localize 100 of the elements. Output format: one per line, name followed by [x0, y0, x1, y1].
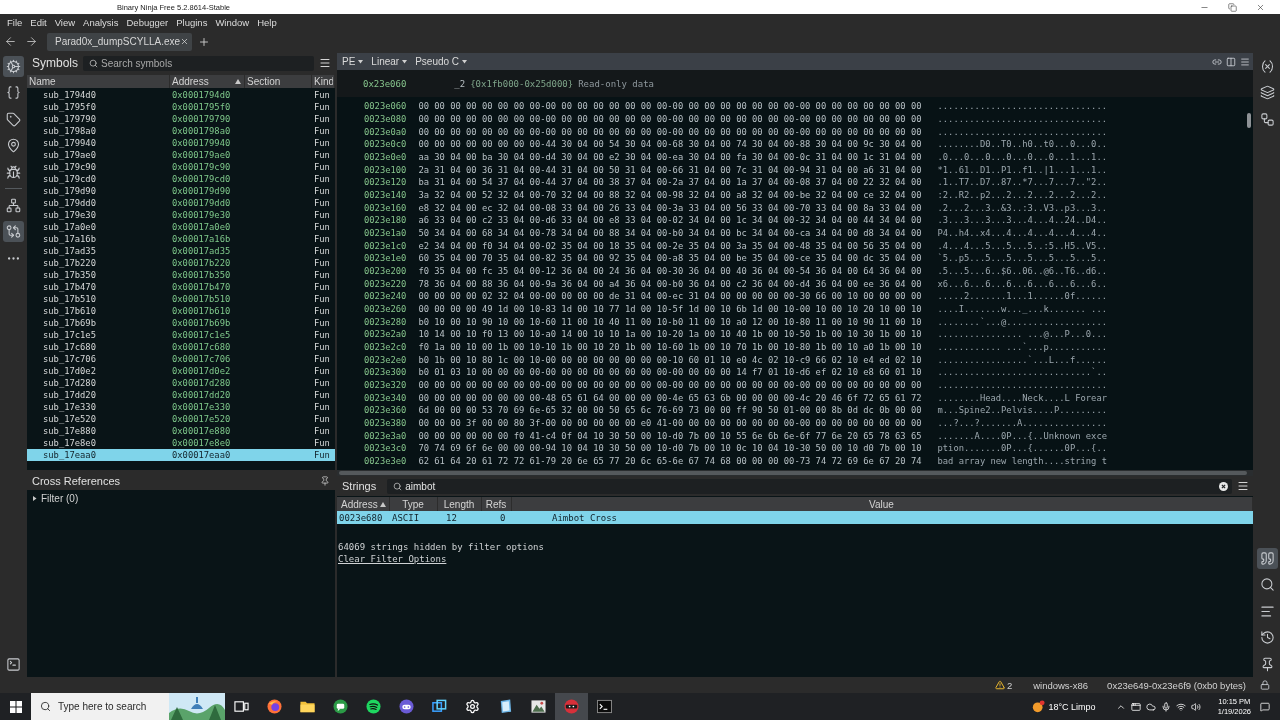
symbol-row[interactable]: sub_17b220 0x00017b220 Fun [27, 257, 335, 269]
symbol-row[interactable]: sub_17eaa0 0x00017eaa0 Fun [27, 449, 335, 461]
symbol-row[interactable]: sub_17d0e2 0x00017d0e2 Fun [27, 365, 335, 377]
layers-icon[interactable] [1260, 85, 1275, 100]
symbol-row[interactable]: sub_179940 0x000179940 Fun [27, 137, 335, 149]
close-icon[interactable] [1255, 2, 1265, 12]
new-tab-icon[interactable] [198, 35, 210, 48]
hex-bytes: 2a 31 04 00 36 31 04 00-44 31 04 00 50 31 04 00-66 31 04 00 7c 31 04 00-94 31 04 00 a6 31 04 00 [418, 164, 922, 175]
variable-icon[interactable] [1260, 58, 1275, 74]
history-icon[interactable] [1260, 630, 1275, 645]
clear-filter-link[interactable]: Clear Filter Options [338, 553, 447, 565]
symbol-row[interactable]: sub_17b610 0x00017b610 Fun [27, 305, 335, 317]
filter-toggle[interactable]: Filter (0) [32, 493, 79, 504]
symbol-row[interactable]: sub_17c706 0x00017c706 Fun [27, 353, 335, 365]
symbol-row[interactable]: sub_17b510 0x00017b510 Fun [27, 293, 335, 305]
symbol-row[interactable]: sub_179ae0 0x000179ae0 Fun [27, 149, 335, 161]
search-field[interactable]: aimbot [387, 478, 1232, 494]
warnings-button[interactable]: 2 [994, 679, 1013, 691]
symbol-row[interactable]: sub_17e330 0x00017e330 Fun [27, 401, 335, 413]
scrollbar-thumb[interactable] [1247, 113, 1251, 128]
symbol-row[interactable]: sub_179790 0x000179790 Fun [27, 113, 335, 125]
scrollbar-thumb[interactable] [339, 471, 1247, 475]
menu-item[interactable]: Edit [26, 14, 51, 30]
symbol-row[interactable]: sub_17c1e5 0x00017c1e5 Fun [27, 329, 335, 341]
menu-item[interactable]: View [50, 14, 80, 30]
menu-item[interactable]: Help [253, 14, 281, 30]
lock-icon[interactable] [1260, 680, 1270, 690]
menu-icon[interactable] [1237, 480, 1249, 492]
link-icon[interactable] [1212, 56, 1222, 67]
ascii-text: ........`...@................... [937, 316, 1107, 327]
split-view-icon[interactable] [1226, 56, 1236, 67]
pin-icon[interactable] [1260, 656, 1275, 672]
symbol-row[interactable]: sub_179d90 0x000179d90 Fun [27, 185, 335, 197]
symbol-row[interactable]: sub_179c90 0x000179c90 Fun [27, 161, 335, 173]
symbol-row[interactable]: sub_17ad35 0x00017ad35 Fun [27, 245, 335, 257]
string-row[interactable]: 0023e680 ASCII 12 0 Aimbot Cross [337, 511, 1253, 524]
symbol-row[interactable]: sub_17d280 0x00017d280 Fun [27, 377, 335, 389]
menu-icon[interactable] [319, 57, 331, 69]
menu-item[interactable]: Plugins [172, 14, 212, 30]
speaker-icon[interactable] [1191, 701, 1202, 712]
symbol-row[interactable]: sub_17e520 0x00017e520 Fun [27, 413, 335, 425]
weather-widget[interactable]: 18°C Limpo [1031, 700, 1096, 713]
back-arrow-icon[interactable] [4, 35, 17, 48]
terminal-icon[interactable] [6, 656, 21, 672]
notification-icon[interactable] [1259, 701, 1270, 712]
platform-label[interactable]: windows-x86 [1033, 679, 1089, 691]
tag-icon[interactable] [6, 111, 21, 127]
menu-item[interactable]: Window [211, 14, 254, 30]
braces-icon[interactable] [6, 85, 21, 100]
map-pin-icon[interactable] [6, 138, 21, 153]
symbol-row[interactable]: sub_17e8e0 0x00017e8e0 Fun [27, 437, 335, 449]
taskbar-search-field[interactable]: Type here to search [31, 693, 169, 720]
search-icon[interactable] [1260, 577, 1275, 592]
pin-icon[interactable] [320, 476, 330, 486]
symbol-row[interactable]: sub_179cd0 0x000179cd0 Fun [27, 173, 335, 185]
symbol-address: 0x00017b610 [171, 306, 232, 316]
symbol-row[interactable]: sub_17a0e0 0x00017a0e0 Fun [27, 221, 335, 233]
mic-icon[interactable] [1161, 701, 1172, 712]
symbol-row[interactable]: sub_17e880 0x00017e880 Fun [27, 425, 335, 437]
symbol-row[interactable]: sub_17c680 0x00017c680 Fun [27, 341, 335, 353]
close-icon[interactable] [180, 37, 190, 46]
search-field[interactable]: Search symbols [83, 55, 314, 71]
hex-address: 0023e280 [364, 316, 407, 327]
menu-item[interactable]: Debugger [122, 14, 173, 30]
symbol-row[interactable]: sub_17b69b 0x00017b69b Fun [27, 317, 335, 329]
symbol-name: sub_179790 [42, 114, 97, 124]
hex-bytes: 50 34 04 00 68 34 04 00-78 34 04 00 88 34 04 00-b0 34 04 00 bc 34 04 00-ca 34 04 00 d8 34 04 00 [418, 228, 922, 239]
dropdown-button[interactable]: PE [342, 56, 364, 67]
symbol-row[interactable]: sub_17b350 0x00017b350 Fun [27, 269, 335, 281]
window-icon[interactable] [1131, 701, 1142, 712]
start-icon[interactable] [9, 700, 22, 713]
symbol-row[interactable]: sub_1795f0 0x0001795f0 Fun [27, 101, 335, 113]
symbol-row[interactable]: sub_17dd20 0x00017dd20 Fun [27, 389, 335, 401]
bug-icon[interactable] [6, 164, 21, 180]
hex-address: 0023e120 [364, 177, 407, 188]
cloud-icon[interactable] [1146, 701, 1157, 712]
dropdown-button[interactable]: Pseudo C [415, 56, 468, 67]
symbol-row[interactable]: sub_1798a0 0x0001798a0 Fun [27, 125, 335, 137]
compare-icon[interactable] [3, 221, 24, 242]
symbol-row[interactable]: sub_17a16b 0x00017a16b Fun [27, 233, 335, 245]
text-lines-icon[interactable] [1260, 603, 1275, 619]
menu-item[interactable]: Analysis [79, 14, 123, 30]
symbol-row[interactable]: sub_179e30 0x000179e30 Fun [27, 209, 335, 221]
symbol-row[interactable]: sub_17b470 0x00017b470 Fun [27, 281, 335, 293]
hierarchy-icon[interactable] [6, 197, 21, 213]
gear-icon[interactable] [3, 55, 24, 77]
forward-arrow-icon[interactable] [25, 35, 38, 48]
file-tab[interactable]: Parad0x_dumpSCYLLA.exe [47, 32, 192, 51]
hex-address: 0023e3c0 [364, 443, 407, 454]
hex-address: 0023e1e0 [364, 253, 407, 264]
network-icon[interactable] [1176, 701, 1187, 712]
dropdown-button[interactable]: Linear [371, 56, 408, 67]
symbol-row[interactable]: sub_179dd0 0x000179dd0 Fun [27, 197, 335, 209]
symbol-row[interactable]: sub_1794d0 0x0001794d0 Fun [27, 89, 335, 101]
symbol-address: 0x00017c1e5 [171, 330, 232, 340]
hex-address: 0023e0c0 [364, 139, 407, 150]
clear-icon[interactable] [1219, 481, 1228, 491]
flowchart-icon[interactable] [1260, 111, 1275, 127]
menu-item[interactable]: File [3, 14, 27, 30]
quote-icon[interactable] [1257, 547, 1278, 569]
